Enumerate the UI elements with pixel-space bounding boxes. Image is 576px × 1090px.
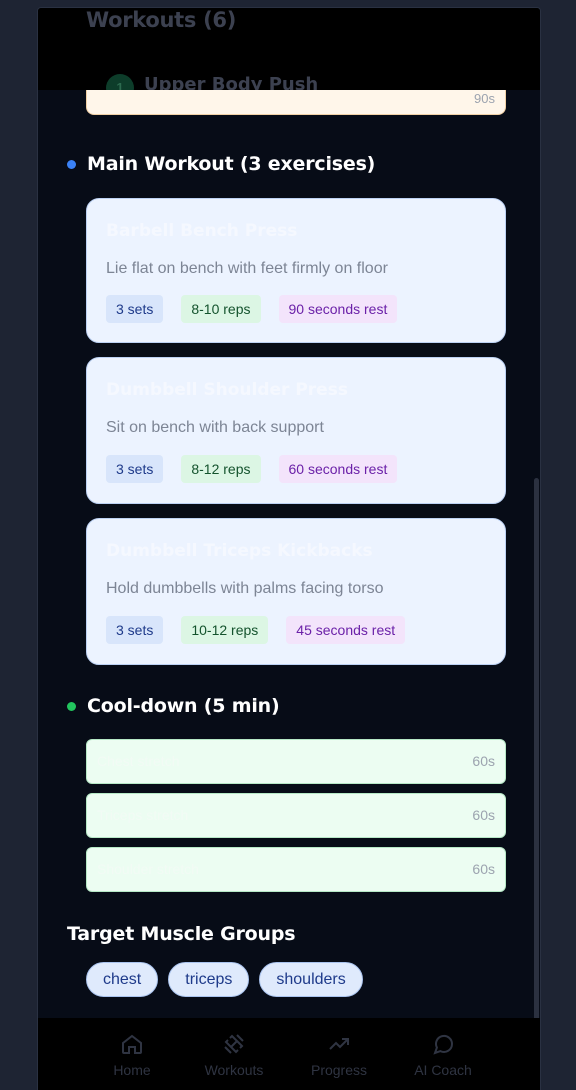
bottom-nav: Home Workouts Progress AI Coach	[38, 1018, 540, 1090]
cooldown-item-duration: 60s	[472, 753, 495, 769]
sets-chip: 3 sets	[106, 616, 164, 644]
cooldown-item-duration: 60s	[472, 861, 495, 877]
sets-chip: 3 sets	[106, 455, 164, 483]
muscle-group-pill: chest	[86, 962, 159, 997]
chat-bubble-icon	[433, 1034, 454, 1055]
cooldown-item-name: Shoulder stretch	[97, 861, 199, 877]
exercise-description: Sit on bench with back support	[106, 419, 324, 436]
cooldown-heading: Cool-down (5 min)	[67, 695, 280, 717]
rest-chip: 60 seconds rest	[278, 455, 398, 483]
warmup-item-last: 90s	[86, 90, 506, 115]
exercise-card[interactable]: Dumbbell Triceps Kickbacks Hold dumbbell…	[86, 518, 506, 665]
target-muscles-heading: Target Muscle Groups	[67, 923, 296, 945]
cooldown-item: Chest stretch 60s	[86, 739, 506, 784]
workout-detail-modal[interactable]: 90s Main Workout (3 exercises) Barbell B…	[38, 90, 540, 1018]
trending-up-icon	[329, 1038, 349, 1050]
exercise-card[interactable]: Barbell Bench Press Lie flat on bench wi…	[86, 198, 506, 343]
cooldown-item-name: Chest stretch	[97, 753, 180, 769]
rest-chip: 90 seconds rest	[278, 295, 398, 323]
background-header: Workouts (6) 1 Upper Body Push	[38, 8, 540, 102]
cooldown-dot-icon	[67, 701, 76, 711]
sets-chip: 3 sets	[106, 295, 164, 323]
background-title: Workouts (6)	[86, 8, 237, 32]
nav-progress-label: Progress	[310, 1062, 368, 1078]
cooldown-item-name: Triceps stretch	[97, 807, 189, 823]
exercise-description: Lie flat on bench with feet firmly on fl…	[106, 260, 388, 277]
cooldown-heading-text: Cool-down (5 min)	[87, 695, 280, 717]
exercise-name: Dumbbell Shoulder Press	[106, 380, 348, 400]
exercise-name: Dumbbell Triceps Kickbacks	[106, 541, 373, 561]
home-icon	[122, 1034, 142, 1054]
exercise-description: Hold dumbbells with palms facing torso	[106, 580, 384, 597]
cooldown-item-duration: 60s	[472, 807, 495, 823]
reps-chip: 10-12 reps	[181, 616, 269, 644]
main-workout-heading: Main Workout (3 exercises)	[67, 153, 375, 175]
muscle-groups-list: chest triceps shoulders	[86, 962, 363, 997]
nav-home[interactable]: Home	[87, 1032, 177, 1078]
nav-progress[interactable]: Progress	[294, 1032, 384, 1078]
dumbbell-icon	[224, 1034, 244, 1054]
reps-chip: 8-10 reps	[181, 295, 261, 323]
nav-ai-coach[interactable]: AI Coach	[398, 1032, 488, 1078]
nav-home-label: Home	[113, 1062, 151, 1078]
rest-chip: 45 seconds rest	[286, 616, 406, 644]
phone-frame: Workouts (6) 1 Upper Body Push 90s Main …	[37, 7, 541, 1090]
reps-chip: 8-12 reps	[181, 455, 261, 483]
exercise-name: Barbell Bench Press	[106, 221, 298, 241]
exercise-card[interactable]: Dumbbell Shoulder Press Sit on bench wit…	[86, 357, 506, 504]
nav-ai-coach-label: AI Coach	[414, 1062, 472, 1078]
main-dot-icon	[67, 159, 76, 169]
cooldown-item: Triceps stretch 60s	[86, 793, 506, 838]
main-heading-text: Main Workout (3 exercises)	[87, 153, 376, 175]
nav-workouts-label: Workouts	[204, 1062, 264, 1078]
warmup-duration: 90s	[474, 91, 495, 106]
muscle-group-pill: shoulders	[259, 962, 363, 997]
nav-workouts[interactable]: Workouts	[189, 1032, 279, 1078]
cooldown-item: Shoulder stretch 60s	[86, 847, 506, 892]
modal-scrollbar[interactable]	[534, 478, 539, 1018]
muscle-group-pill: triceps	[168, 962, 250, 997]
